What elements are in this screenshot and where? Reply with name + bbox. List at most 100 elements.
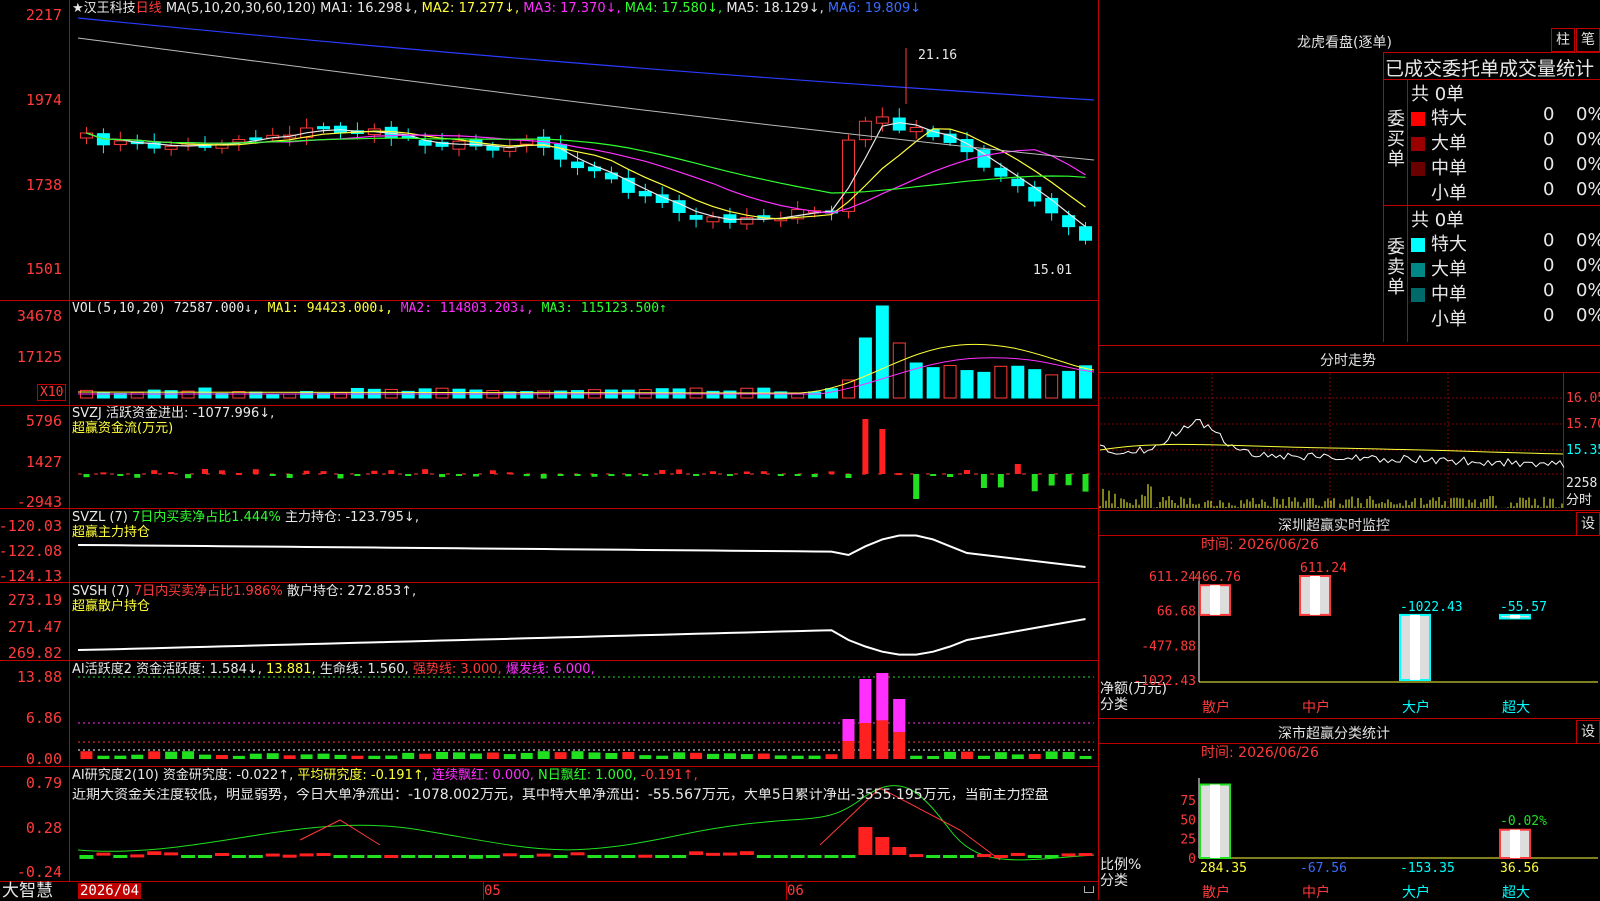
ai2-red: 连续飘红: 0.000, [432,768,534,783]
svzj-bar [896,473,903,476]
svzj-bar [472,474,479,477]
monitor-category-label: 超大 [1502,700,1530,716]
ai2-bar [147,851,162,855]
svsh-tick-1: 273.19 [7,591,62,609]
ai2-bar [96,852,111,856]
monitor-bar [1299,575,1331,616]
ai2-bar [1010,852,1025,856]
buy-row-name: 特大 [1431,108,1467,129]
ai1-bar [707,753,719,759]
ai1-bar [300,754,313,759]
svzj-bar [1048,474,1055,486]
ma5-label: MA5: 18.129↓, [726,1,824,16]
ai1-title: AI活跃度2 [72,662,132,677]
ai2-bar [1027,855,1042,858]
ai1-bar [1011,754,1024,759]
ai1-bar [351,755,364,759]
svzj-bar [1031,474,1038,492]
monitor-bar [1399,613,1431,681]
ai1-bar [215,755,228,759]
svzj-bar [168,472,175,475]
candle-body [977,149,991,168]
ai1-bar [825,754,838,759]
ai1-burst-bar [893,699,906,732]
classify-xlabel: 分类 [1100,873,1128,889]
ai1-bar [757,753,770,759]
svzl-tick-3: -124.13 [0,567,62,585]
ai1-bar [436,751,449,759]
classify-tick: 25 [1180,833,1196,848]
ai2-bar [401,855,416,858]
candle-body [554,143,568,160]
volume-bar [977,371,991,399]
classify-frame-top [1098,743,1600,744]
svzj-bar [743,471,750,474]
svzj-bar [405,474,412,476]
svzj-bar [218,470,225,474]
volume-bar [418,388,432,399]
ai1-burst-bar [876,673,889,721]
buy-row-name: 大单 [1431,133,1467,154]
classify-category-label: 超大 [1502,885,1530,900]
pen-mode-button[interactable]: 笔 [1576,28,1600,52]
intraday-foot: 分时 [1566,493,1593,508]
ai2-bar [1078,853,1093,857]
ai2-last: -0.191↑, [640,768,698,783]
ai2-tick-1: 0.79 [25,774,62,792]
svsh-header: SVSH (7) 7日内买卖净占比1.986% 散户持仓: 272.853↑, [72,584,416,599]
ai2-comment: 近期大资金关注度较低，明显弱势，今日大单净流出：-1078.002万元，其中特大… [72,788,1049,803]
volume-bar [1011,365,1025,399]
classify-tick: 50 [1180,813,1196,828]
svzj-bar [1065,474,1072,486]
ai1-bar [1062,752,1075,759]
kline-indicator-canvas[interactable] [0,0,1098,900]
sell-row: 中单 [1411,280,1467,306]
sell-row: 小单 [1411,305,1467,331]
monitor-category-label: 散户 [1202,699,1230,716]
ai2-bar [130,854,145,858]
sell-row-name: 小单 [1431,309,1467,330]
ai2-bar [164,852,179,856]
price-header: ★汉王科技日线 MA(5,10,20,30,60,120) MA1: 16.29… [72,1,921,16]
classify-settings-button[interactable]: 设 [1576,720,1600,744]
ai2-header: AI研究度2(10) 资金研究度: -0.022↑, 平均研究度: -0.191… [72,768,698,783]
lock-icon[interactable] [1084,886,1094,893]
monitor-settings-button[interactable]: 设 [1576,512,1600,536]
ai1-bar [419,753,432,759]
intraday-tick-3: 15.35 [1566,443,1600,458]
monitor-category-label: 大户 [1402,699,1430,716]
intraday-tick-1: 16.05 [1566,391,1600,406]
sell-side-label: 委卖单 [1387,237,1405,298]
ai1-bar [571,751,584,759]
bar-mode-button[interactable]: 柱 [1551,28,1575,52]
ai2-bar [773,855,788,858]
monitor-value-label: 466.76 [1194,570,1241,585]
ai2-bar [231,855,246,858]
classify-value-label: 284.35 [1200,861,1247,876]
svzj-bar [1082,474,1089,492]
ai2-bar [722,852,737,856]
price-tick-1: 2217 [25,6,62,24]
volume-bar [706,390,720,399]
svzj-bar [303,470,310,474]
ai1-bar [283,755,296,759]
svzj-bar [794,474,801,476]
ai1-bar [690,752,703,759]
monitor-frame-top [1098,535,1600,536]
buy-row-name: 中单 [1431,158,1467,179]
price-tick-3: 1738 [25,176,62,194]
ai1-bar [808,755,821,759]
candle-body [486,145,500,151]
svzj-bar [693,474,700,476]
buy-row-count: 0 [1543,129,1555,150]
ai2-bar [960,855,974,858]
ai1-bar [131,754,144,759]
monitor-value-label: 611.24 [1300,561,1347,576]
svzj-bar [964,470,970,474]
svzj-bar [947,474,954,478]
svzj-bar [100,472,107,475]
stock-name: ★汉王科技 [72,1,136,16]
candle-body [452,140,466,150]
ai1-bar [165,751,178,759]
volume-bar [655,388,669,399]
